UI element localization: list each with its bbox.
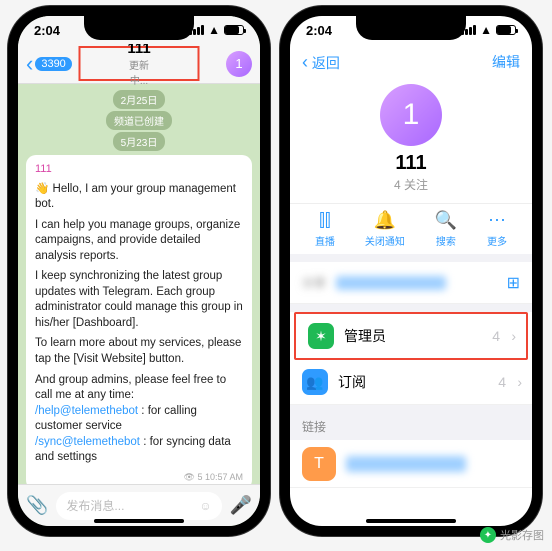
- profile-section: 1 111 4 关注: [290, 80, 532, 203]
- action-mute[interactable]: 🔔关闭通知: [365, 210, 405, 248]
- home-indicator[interactable]: [366, 519, 456, 523]
- date-pill: 5月23日: [113, 132, 166, 151]
- blurred-content: [336, 276, 446, 290]
- home-indicator[interactable]: [94, 519, 184, 523]
- message-meta: 👁 5 10:57 AM: [35, 471, 243, 483]
- emoji-icon[interactable]: ☺: [199, 499, 211, 513]
- action-more[interactable]: ⋯更多: [487, 210, 507, 248]
- subscribe-row[interactable]: 👥 订阅 4 ›: [290, 360, 532, 405]
- message-bubble[interactable]: 111 👋 Hello, I am your group management …: [26, 155, 252, 484]
- edit-button[interactable]: 编辑: [492, 52, 520, 72]
- bell-icon: 🔔: [374, 210, 396, 230]
- more-icon: ⋯: [488, 210, 506, 230]
- message-text: And group admins, please feel free to ca…: [35, 373, 243, 466]
- share-row[interactable]: 分享 ⊞: [290, 262, 532, 304]
- back-button[interactable]: ‹ 返回: [302, 52, 340, 73]
- blurred-content: [346, 456, 466, 472]
- chat-body[interactable]: 2月25日 频道已创建 5月23日 111 👋 Hello, I am your…: [18, 84, 260, 484]
- notch: [356, 16, 466, 40]
- wifi-icon: ▲: [208, 23, 220, 37]
- watermark: ✦ 光影存图: [480, 527, 544, 543]
- profile-header: ‹ 返回 编辑: [290, 44, 532, 80]
- action-live[interactable]: ⫿⫿直播: [315, 210, 335, 248]
- profile-avatar[interactable]: 1: [380, 84, 442, 146]
- chat-avatar[interactable]: 1: [226, 51, 252, 77]
- shield-icon: ✶: [308, 323, 334, 349]
- mic-icon[interactable]: 🎤: [230, 495, 252, 516]
- users-icon: 👥: [302, 369, 328, 395]
- qr-icon[interactable]: ⊞: [507, 273, 520, 293]
- status-time: 2:04: [306, 23, 332, 38]
- battery-icon: [224, 25, 244, 35]
- links-section-header: 链接: [290, 413, 532, 440]
- message-text: I keep synchronizing the latest group up…: [35, 269, 243, 331]
- chat-subtitle: 更新中...: [121, 57, 158, 87]
- help-link[interactable]: /help@telemethebot: [35, 405, 138, 417]
- battery-icon: [496, 25, 516, 35]
- subscribe-count: 4: [498, 374, 506, 390]
- admin-count: 4: [492, 328, 500, 344]
- sync-link[interactable]: /sync@telemethebot: [35, 436, 140, 448]
- search-icon: 🔍: [435, 210, 457, 230]
- chat-header: ‹ 3390 111 更新中... 1: [18, 44, 260, 84]
- back-badge[interactable]: 3390: [35, 57, 71, 71]
- notch: [84, 16, 194, 40]
- admin-row[interactable]: ✶ 管理员 4 ›: [294, 312, 528, 360]
- message-input[interactable]: 发布消息...☺: [56, 492, 221, 520]
- admin-label: 管理员: [344, 326, 386, 346]
- back-chevron-icon[interactable]: ‹: [26, 51, 33, 77]
- right-phone: 2:04 ▲ ‹ 返回 编辑 1 111 4 关注 ⫿⫿直播 🔔关闭通知 🔍搜索…: [280, 6, 542, 536]
- header-title-box[interactable]: 111 更新中...: [79, 46, 200, 81]
- action-search[interactable]: 🔍搜索: [435, 210, 457, 248]
- message-text: 👋 Hello, I am your group management bot.: [35, 182, 243, 213]
- message-text: I can help you manage groups, organize c…: [35, 218, 243, 265]
- share-label: 分享: [302, 274, 326, 291]
- profile-subtitle: 4 关注: [290, 176, 532, 193]
- link-thumb-icon: T: [302, 447, 336, 481]
- chevron-right-icon: ›: [511, 328, 516, 344]
- live-icon: ⫿⫿: [319, 210, 331, 230]
- wifi-icon: ▲: [480, 23, 492, 37]
- status-time: 2:04: [34, 23, 60, 38]
- chevron-right-icon: ›: [517, 374, 522, 390]
- attach-icon[interactable]: 📎: [26, 495, 48, 516]
- action-row: ⫿⫿直播 🔔关闭通知 🔍搜索 ⋯更多: [290, 203, 532, 262]
- left-phone: 2:04 ▲ ‹ 3390 111 更新中... 1 2月25日 频道已创建 5…: [8, 6, 270, 536]
- date-pill: 2月25日: [113, 90, 166, 109]
- link-row[interactable]: T: [290, 440, 532, 488]
- message-sender: 111: [35, 162, 243, 177]
- system-pill: 频道已创建: [106, 111, 172, 130]
- profile-name: 111: [290, 152, 532, 175]
- wechat-icon: ✦: [480, 527, 496, 543]
- subscribe-label: 订阅: [338, 372, 366, 392]
- message-text: To learn more about my services, please …: [35, 336, 243, 367]
